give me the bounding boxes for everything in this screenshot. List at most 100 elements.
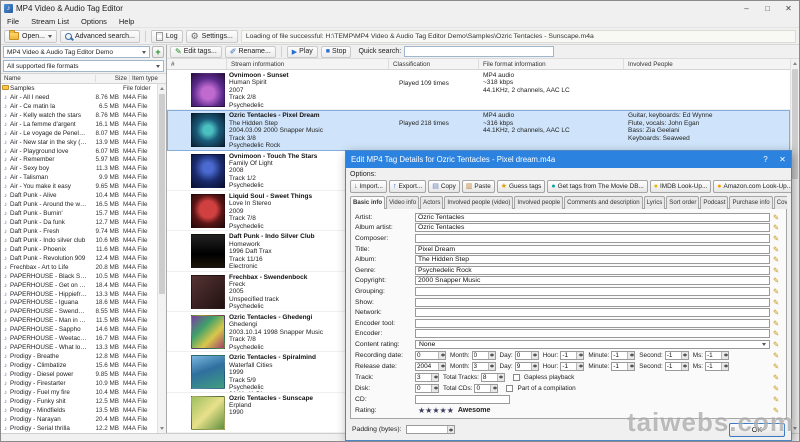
spinner-buttons-icon[interactable] [438,362,445,370]
file-row[interactable]: PAPERHOUSE - Man in a suit 11.5 MB M4A F… [1,316,157,325]
file-row[interactable]: Air - Kelly watch the stars 8.76 MB M4A … [1,111,157,120]
dialog-action-button[interactable]: Get tags from The Movie DB... [547,180,648,193]
dialog-tab[interactable]: Cover art [773,196,787,209]
file-row[interactable]: Daft Punk - Da funk 12.7 MB M4A File [1,218,157,227]
log-button[interactable]: Log [150,29,183,43]
edit-pencil-icon[interactable]: ✎ [770,373,782,382]
spinner-input[interactable] [416,351,438,359]
date-part-spinner[interactable] [471,350,496,360]
file-row[interactable]: Air - New star in the sky (Chanson pour … [1,138,157,147]
dialog-tab[interactable]: Purchase info [729,196,773,209]
file-row[interactable]: Daft Punk - Alive 10.4 MB M4A File [1,191,157,200]
file-row[interactable]: Daft Punk - Fresh 9.74 MB M4A File [1,227,157,236]
date-part-spinner[interactable] [560,361,585,371]
file-row[interactable]: Daft Punk - Indo silver club 10.6 MB M4A… [1,236,157,245]
field-input[interactable] [415,223,770,233]
file-row[interactable]: Air - Sexy boy 11.3 MB M4A File [1,164,157,173]
dialog-tab[interactable]: Involved people (video) [444,196,514,209]
total-tracks-spinner[interactable] [480,372,505,382]
file-row[interactable]: Prodigy - Mindfields 13.5 MB M4A File [1,406,157,415]
edit-pencil-icon[interactable]: ✎ [770,255,782,264]
field-input[interactable] [415,276,770,286]
edit-pencil-icon[interactable]: ✎ [770,245,782,254]
menu-item[interactable]: Stream List [25,16,75,28]
file-row[interactable]: Prodigy - Breathe 12.8 MB M4A File [1,352,157,361]
file-row[interactable]: PAPERHOUSE - Sappho 14.6 MB M4A File [1,325,157,334]
column-header-classification[interactable]: Classification [389,59,479,69]
spinner-input[interactable] [561,351,577,359]
scroll-up-icon[interactable] [160,87,164,90]
file-row[interactable]: Daft Punk - Around the world 16.5 MB M4A… [1,200,157,209]
cd-input[interactable] [415,394,510,404]
stop-button[interactable]: ■ Stop [320,45,352,58]
spinner-buttons-icon[interactable] [627,351,635,359]
dialog-action-button[interactable]: Export... [388,180,427,193]
column-header-type[interactable]: Item type [130,75,166,82]
stream-row[interactable]: Ovnimoon - Sunset Human Spirit 2007 Trac… [167,70,790,111]
field-input[interactable] [415,255,770,265]
spinner-input[interactable] [706,351,722,359]
advanced-search-button[interactable]: Advanced search... [59,29,140,43]
file-row[interactable]: PAPERHOUSE - Get on my knees gaaeovertun… [1,281,157,290]
compilation-checkbox[interactable] [506,384,514,392]
spinner-input[interactable] [416,384,431,392]
field-input[interactable] [415,265,770,275]
file-row[interactable]: PAPERHOUSE - Swendebock 8.55 MB M4A File [1,307,157,316]
spinner-input[interactable] [515,362,531,370]
file-row[interactable]: PAPERHOUSE - What love was 13.3 MB M4A F… [1,343,157,352]
file-row[interactable]: Daft Punk - Revolution 909 12.4 MB M4A F… [1,254,157,263]
dialog-action-button[interactable]: Paste [461,180,495,193]
play-button[interactable]: ▶ Play [286,45,318,58]
column-header-number[interactable]: # [167,59,227,69]
gapless-playback-checkbox[interactable] [512,373,520,381]
spinner-buttons-icon[interactable] [627,362,635,370]
edit-pencil-icon[interactable]: ✎ [770,362,782,371]
spinner-input[interactable] [515,351,531,359]
spinner-buttons-icon[interactable] [431,373,438,381]
file-row[interactable]: Air - Playground love 6.07 MB M4A File [1,147,157,156]
date-part-spinner[interactable] [705,361,730,371]
file-row[interactable]: PAPERHOUSE - Black Shiny Bug 10.5 MB M4A… [1,272,157,281]
spinner-buttons-icon[interactable] [680,351,688,359]
file-row[interactable]: PAPERHOUSE - Weetachtoe 16.7 MB M4A File [1,334,157,343]
padding-input[interactable] [406,426,447,433]
column-header-format[interactable]: File format information [479,59,624,69]
spinner-input[interactable] [612,351,628,359]
field-input[interactable] [415,286,770,296]
dialog-tab[interactable]: Actors [420,196,444,209]
spinner-buttons-icon[interactable] [487,351,495,359]
edit-pencil-icon[interactable]: ✎ [770,340,782,349]
file-row[interactable]: Prodigy - Serial thrilla 12.2 MB M4A Fil… [1,424,157,433]
edit-pencil-icon[interactable]: ✎ [770,298,782,307]
edit-pencil-icon[interactable]: ✎ [770,319,782,328]
spinner-buttons-icon[interactable] [446,426,454,433]
date-part-spinner[interactable] [514,350,539,360]
scroll-up-icon[interactable] [793,62,797,65]
spinner-input[interactable] [612,362,628,370]
dialog-tab[interactable]: Podcast [700,196,729,209]
file-row[interactable]: Frechbax - Art to Life 20.8 MB M4A File [1,263,157,272]
file-row[interactable]: Air - Le voyage de Penelope 8.07 MB M4A … [1,129,157,138]
edit-pencil-icon[interactable]: ✎ [770,234,782,243]
date-part-spinner[interactable] [514,361,539,371]
column-header-name[interactable]: Name [1,75,96,82]
column-header-size[interactable]: Size [96,75,130,82]
spinner-buttons-icon[interactable] [576,351,584,359]
spinner-buttons-icon[interactable] [490,384,498,392]
field-input[interactable] [415,297,770,307]
field-input[interactable] [415,244,770,254]
format-combobox[interactable]: All supported file formats [3,60,164,72]
spinner-buttons-icon[interactable] [721,351,729,359]
edit-pencil-icon[interactable]: ✎ [770,395,782,404]
edit-tags-button[interactable]: ✎ Edit tags... [170,45,222,58]
spinner-input[interactable] [472,362,488,370]
file-row[interactable]: Prodigy - Funky shit 12.5 MB M4A File [1,397,157,406]
edit-pencil-icon[interactable]: ✎ [770,351,782,360]
file-row[interactable]: Prodigy - Fuel my fire 10.4 MB M4A File [1,388,157,397]
edit-pencil-icon[interactable]: ✎ [770,213,782,222]
spinner-buttons-icon[interactable] [576,362,584,370]
spinner-input[interactable] [416,362,438,370]
spinner-input[interactable] [665,362,681,370]
stream-row[interactable]: Ozric Tentacles - Pixel Dream The Hidden… [167,110,790,151]
scroll-down-icon[interactable] [160,427,164,430]
